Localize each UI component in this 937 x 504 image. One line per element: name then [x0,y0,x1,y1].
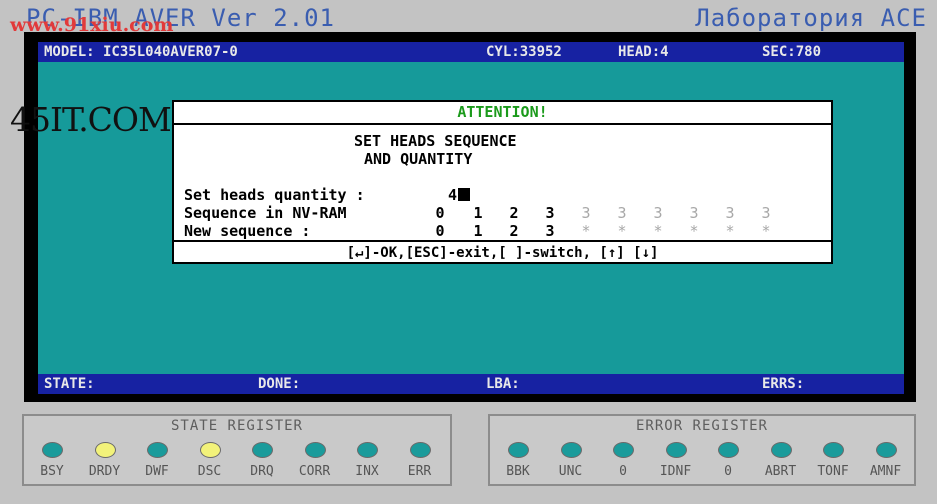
new-seq-cell[interactable]: * [576,222,596,240]
drive-info-bar: MODEL: IC35L040AVER07-0 CYL:33952 HEAD:4… [38,42,904,62]
cyl-label: CYL:33952 [486,44,562,60]
error-register-led-label: TONF [817,464,849,479]
nvram-seq-cell: 3 [761,204,771,222]
state-register-led-label: BSY [40,464,64,479]
quantity-value: 4 [448,186,458,204]
nvram-seq-cell: 3 [617,204,627,222]
quantity-label: Set heads quantity : [184,186,365,204]
new-sequence-label: New sequence : [184,222,311,240]
nvram-seq-cell: 3 [653,204,663,222]
quantity-input[interactable]: 4 [448,186,471,204]
state-register-led-label: DRDY [88,464,121,479]
new-seq-cell[interactable]: 2 [504,222,524,240]
error-register-led [770,442,792,458]
sec-label: SEC:780 [762,44,822,60]
state-register-led [147,442,168,458]
new-seq-cell[interactable]: * [756,222,776,240]
error-register-led [508,442,529,458]
new-seq-cell[interactable]: 3 [540,222,560,240]
error-register-led-label: BBK [506,464,530,479]
done-label: DONE: [258,376,301,392]
model-label: MODEL: IC35L040AVER07-0 [44,44,238,60]
state-register-led-label: DSC [197,464,222,479]
nvram-seq-cell: 1 [473,204,483,222]
lba-label: LBA: [486,376,520,392]
new-seq-cell[interactable]: 1 [468,222,488,240]
state-register-led [252,442,273,458]
error-register-led [718,442,739,458]
state-register-led [42,442,63,458]
errs-label: ERRS: [762,376,805,392]
new-seq-cell[interactable]: * [648,222,668,240]
dialog-key-hints: [↵]-OK,[ESC]-exit,[ ]-switch, [↑] [↓] [174,240,831,264]
state-register-led-label: CORR [298,464,331,479]
error-register-title: ERROR REGISTER [635,418,768,434]
error-register-led [613,442,634,458]
state-register-title: STATE REGISTER [170,418,303,434]
error-register-led-label: 0 [724,464,732,479]
error-register-led-label: IDNF [659,464,692,479]
state-register-led-label: ERR [407,464,432,479]
text-cursor [458,188,471,201]
state-register-led-label: DRQ [250,464,274,479]
state-register-led [409,442,431,458]
error-register-led-label: AMNF [869,464,902,479]
heads-sequence-dialog: ATTENTION! SET HEADS SEQUENCE AND QUANTI… [172,100,833,264]
new-seq-cell[interactable]: * [684,222,704,240]
lab-title: Лаборатория ACE [695,4,927,32]
new-seq-cell[interactable]: * [720,222,740,240]
error-register-led [875,442,897,458]
state-register-led [304,442,326,458]
error-register-led-label: ABRT [764,464,797,479]
status-bar: STATE: DONE: LBA: ERRS: [38,374,904,394]
nvram-sequence-label: Sequence in NV-RAM [184,204,347,222]
state-register-led [199,442,221,458]
dialog-heading-2: AND QUANTITY [364,150,473,168]
dialog-title: ATTENTION! [174,102,831,125]
state-label: STATE: [44,376,95,392]
error-register-led-label: UNC [558,464,583,479]
error-register-led [560,442,582,458]
nvram-seq-cell: 2 [509,204,519,222]
state-register-led-label: INX [355,464,379,479]
state-register-panel: STATE REGISTER BSY DRDY DWF DSC DRQ CORR INX ER… [22,414,452,486]
error-register-led [665,442,687,458]
nvram-seq-cell: 3 [581,204,591,222]
nvram-seq-cell: 3 [725,204,735,222]
error-register-led-label: 0 [619,464,627,479]
watermark-site: 45IT.COM [10,100,172,139]
error-register-led [823,442,844,458]
new-seq-cell[interactable]: * [612,222,632,240]
nvram-seq-cell: 3 [545,204,555,222]
nvram-seq-cell: 0 [435,204,445,222]
nvram-seq-cell: 3 [689,204,699,222]
state-register-led [357,442,378,458]
dialog-heading-1: SET HEADS SEQUENCE [354,132,517,150]
error-register-panel: ERROR REGISTER BBK UNC 0 IDNF 0 ABRT TONF AMNF [488,414,916,486]
new-seq-cell[interactable]: 0 [430,222,450,240]
state-register-led [94,442,116,458]
head-label: HEAD:4 [618,44,669,60]
state-register-led-label: DWF [145,464,169,479]
